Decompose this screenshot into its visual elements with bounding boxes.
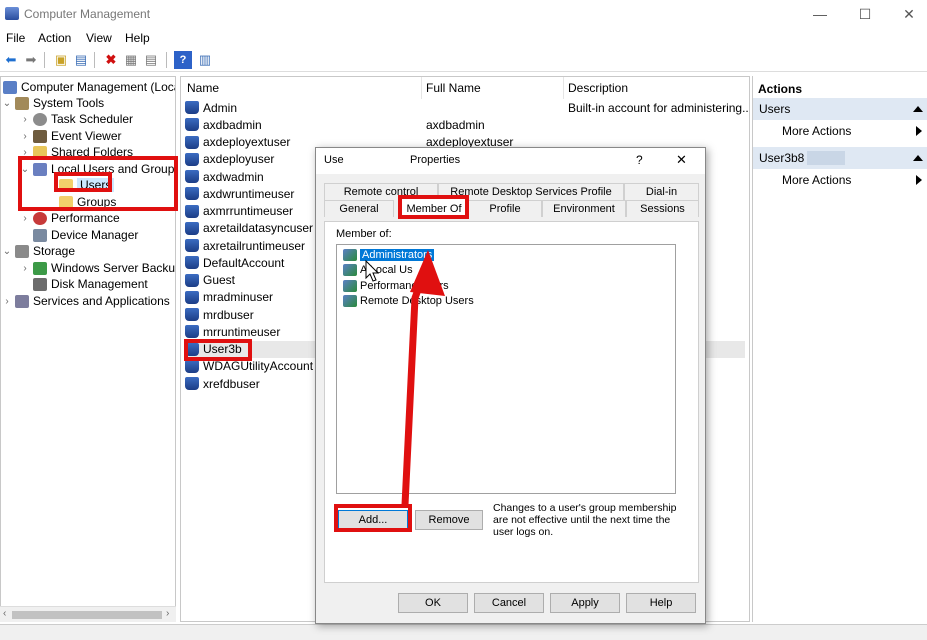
arrow-head-icon <box>410 250 445 296</box>
mouse-cursor-icon <box>365 259 380 282</box>
annotation-arrow <box>365 250 445 506</box>
